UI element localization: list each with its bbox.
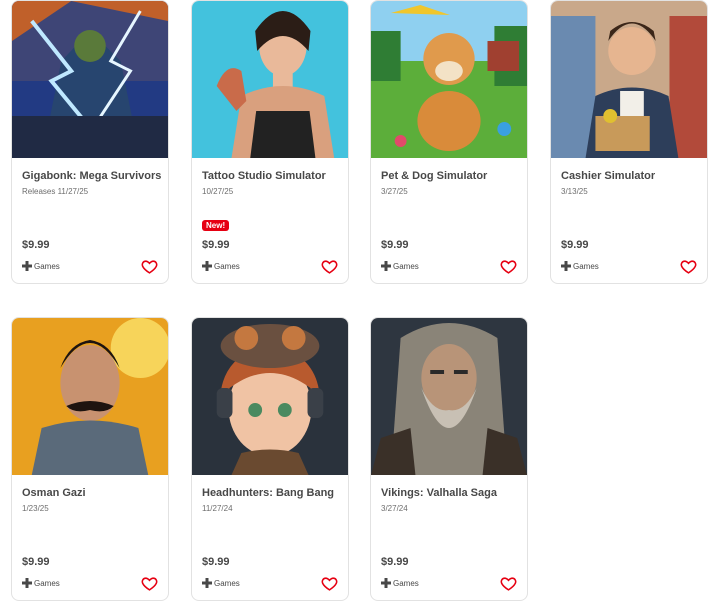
release-date: 3/13/25	[561, 187, 588, 196]
platform-label: Games	[561, 261, 599, 271]
game-card[interactable]: Vikings: Valhalla Saga 3/27/24 $9.99 Gam…	[370, 317, 528, 601]
platform-text: Games	[214, 578, 240, 588]
release-date: 3/27/25	[381, 187, 408, 196]
game-thumbnail[interactable]	[12, 318, 168, 475]
game-thumbnail[interactable]	[371, 1, 527, 158]
game-card[interactable]: Osman Gazi 1/23/25 $9.99 Games	[11, 317, 169, 601]
release-date: Releases 11/27/25	[22, 187, 89, 196]
game-thumbnail[interactable]	[12, 1, 168, 158]
game-price: $9.99	[381, 239, 409, 251]
platform-text: Games	[393, 261, 419, 271]
platform-label: Games	[381, 261, 419, 271]
wishlist-heart-icon[interactable]	[680, 258, 697, 275]
game-price: $9.99	[22, 556, 50, 568]
d-pad-icon	[561, 261, 571, 271]
game-title[interactable]: Gigabonk: Mega Survivors	[22, 170, 162, 182]
new-badge: New!	[202, 220, 230, 231]
game-title[interactable]: Pet & Dog Simulator	[381, 170, 521, 182]
game-card[interactable]: Cashier Simulator 3/13/25 $9.99 Games	[550, 0, 708, 284]
release-date: 1/23/25	[22, 504, 49, 513]
game-card[interactable]: Headhunters: Bang Bang 11/27/24 $9.99 Ga…	[191, 317, 349, 601]
platform-text: Games	[214, 261, 240, 271]
platform-label: Games	[202, 261, 240, 271]
game-thumbnail[interactable]	[192, 318, 348, 475]
game-card[interactable]: Gigabonk: Mega Survivors Releases 11/27/…	[11, 0, 169, 284]
platform-text: Games	[573, 261, 599, 271]
game-price: $9.99	[202, 556, 230, 568]
game-title[interactable]: Vikings: Valhalla Saga	[381, 487, 521, 499]
wishlist-heart-icon[interactable]	[141, 575, 158, 592]
game-price: $9.99	[561, 239, 589, 251]
game-card[interactable]: Tattoo Studio Simulator 10/27/25 New! $9…	[191, 0, 349, 284]
game-price: $9.99	[22, 239, 50, 251]
game-thumbnail[interactable]	[371, 318, 527, 475]
platform-text: Games	[34, 261, 60, 271]
game-card[interactable]: Pet & Dog Simulator 3/27/25 $9.99 Games	[370, 0, 528, 284]
game-price: $9.99	[202, 239, 230, 251]
platform-text: Games	[34, 578, 60, 588]
game-title[interactable]: Headhunters: Bang Bang	[202, 487, 342, 499]
d-pad-icon	[381, 261, 391, 271]
wishlist-heart-icon[interactable]	[141, 258, 158, 275]
release-date: 10/27/25	[202, 187, 234, 196]
game-title[interactable]: Cashier Simulator	[561, 170, 701, 182]
game-thumbnail[interactable]	[192, 1, 348, 158]
game-price: $9.99	[381, 556, 409, 568]
platform-label: Games	[22, 261, 60, 271]
wishlist-heart-icon[interactable]	[321, 575, 338, 592]
game-thumbnail[interactable]	[551, 1, 707, 158]
release-date: 3/27/24	[381, 504, 408, 513]
wishlist-heart-icon[interactable]	[500, 575, 517, 592]
release-date: 11/27/24	[202, 504, 233, 513]
game-title[interactable]: Osman Gazi	[22, 487, 162, 499]
game-title[interactable]: Tattoo Studio Simulator	[202, 170, 342, 182]
wishlist-heart-icon[interactable]	[321, 258, 338, 275]
d-pad-icon	[22, 261, 32, 271]
d-pad-icon	[202, 261, 212, 271]
wishlist-heart-icon[interactable]	[500, 258, 517, 275]
platform-text: Games	[393, 578, 419, 588]
